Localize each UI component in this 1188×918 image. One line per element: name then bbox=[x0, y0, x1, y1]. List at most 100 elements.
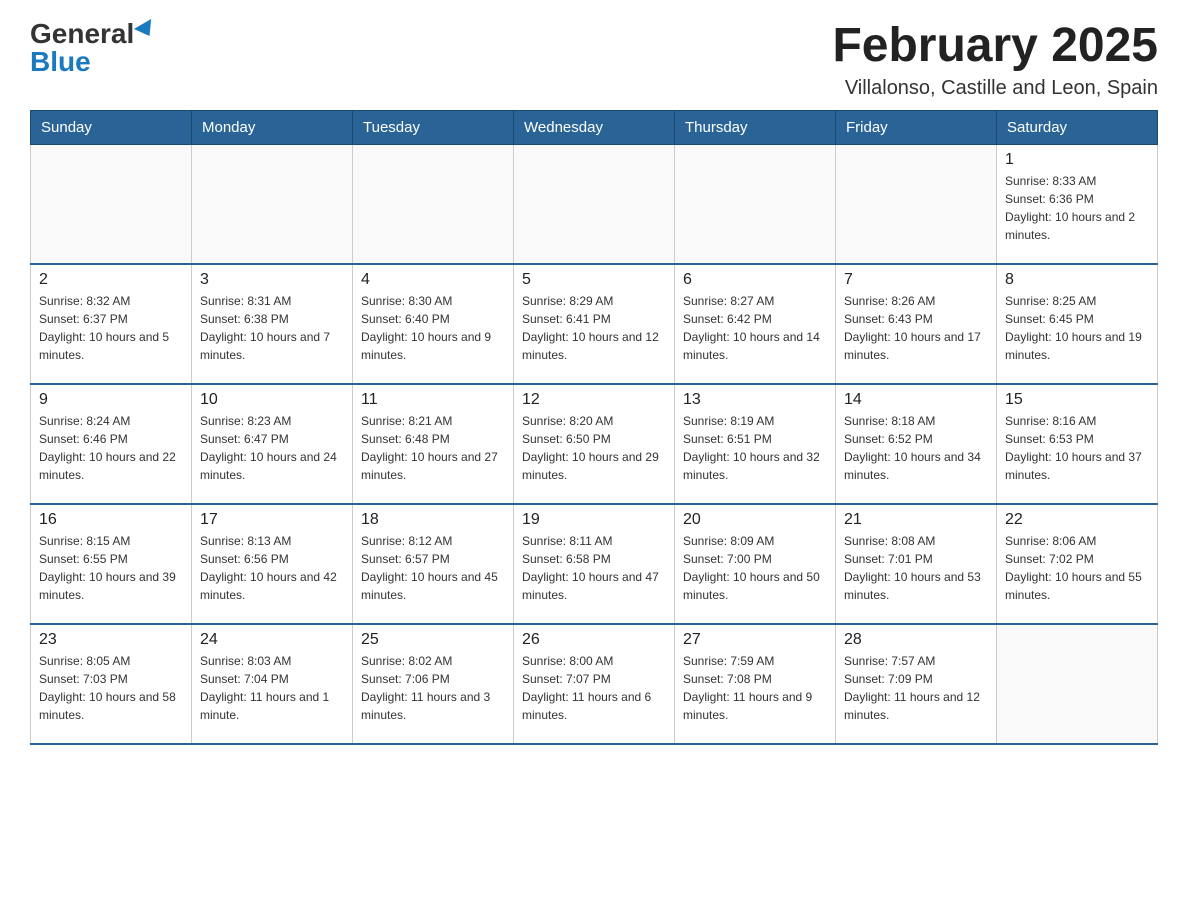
day-info: Sunrise: 8:18 AM Sunset: 6:52 PM Dayligh… bbox=[844, 412, 988, 484]
day-info: Sunrise: 8:21 AM Sunset: 6:48 PM Dayligh… bbox=[361, 412, 505, 484]
calendar-cell: 20 Sunrise: 8:09 AM Sunset: 7:00 PM Dayli… bbox=[675, 504, 836, 624]
calendar-cell: 14 Sunrise: 8:18 AM Sunset: 6:52 PM Dayli… bbox=[836, 384, 997, 504]
day-info: Sunrise: 8:09 AM Sunset: 7:00 PM Dayligh… bbox=[683, 532, 827, 604]
logo-arrow-icon bbox=[134, 19, 158, 41]
title-block: February 2025 Villalonso, Castille and L… bbox=[832, 20, 1158, 100]
calendar-cell: 15 Sunrise: 8:16 AM Sunset: 6:53 PM Dayli… bbox=[997, 384, 1158, 504]
day-number: 4 bbox=[361, 271, 505, 289]
calendar-cell: 27 Sunrise: 7:59 AM Sunset: 7:08 PM Dayli… bbox=[675, 624, 836, 744]
calendar-week-2: 2Sunrise: 8:32 AM Sunset: 6:37 PM Daylig… bbox=[31, 264, 1158, 384]
logo: General Blue bbox=[30, 20, 156, 76]
day-info: Sunrise: 8:31 AM Sunset: 6:38 PM Dayligh… bbox=[200, 292, 344, 364]
day-number: 15 bbox=[1005, 391, 1149, 409]
day-info: Sunrise: 8:27 AM Sunset: 6:42 PM Dayligh… bbox=[683, 292, 827, 364]
calendar-cell bbox=[997, 624, 1158, 744]
calendar-cell: 17 Sunrise: 8:13 AM Sunset: 6:56 PM Dayli… bbox=[192, 504, 353, 624]
logo-general-text: General bbox=[30, 20, 134, 48]
day-number: 13 bbox=[683, 391, 827, 409]
calendar-title: February 2025 bbox=[832, 20, 1158, 73]
day-number: 20 bbox=[683, 511, 827, 529]
day-number: 21 bbox=[844, 511, 988, 529]
calendar-cell bbox=[31, 144, 192, 264]
day-info: Sunrise: 8:19 AM Sunset: 6:51 PM Dayligh… bbox=[683, 412, 827, 484]
calendar-cell: 28 Sunrise: 7:57 AM Sunset: 7:09 PM Dayli… bbox=[836, 624, 997, 744]
calendar-cell: 5Sunrise: 8:29 AM Sunset: 6:41 PM Daylig… bbox=[514, 264, 675, 384]
calendar-header: SundayMondayTuesdayWednesdayThursdayFrid… bbox=[31, 110, 1158, 144]
logo-blue-text: Blue bbox=[30, 48, 91, 76]
day-number: 27 bbox=[683, 631, 827, 649]
day-number: 24 bbox=[200, 631, 344, 649]
calendar-cell: 21 Sunrise: 8:08 AM Sunset: 7:01 PM Dayli… bbox=[836, 504, 997, 624]
calendar-cell: 23 Sunrise: 8:05 AM Sunset: 7:03 PM Dayli… bbox=[31, 624, 192, 744]
day-number: 2 bbox=[39, 271, 183, 289]
day-info: Sunrise: 8:02 AM Sunset: 7:06 PM Dayligh… bbox=[361, 652, 505, 724]
calendar-cell bbox=[514, 144, 675, 264]
day-info: Sunrise: 8:16 AM Sunset: 6:53 PM Dayligh… bbox=[1005, 412, 1149, 484]
calendar-cell bbox=[353, 144, 514, 264]
day-number: 17 bbox=[200, 511, 344, 529]
calendar-cell: 26 Sunrise: 8:00 AM Sunset: 7:07 PM Dayli… bbox=[514, 624, 675, 744]
weekday-header-friday: Friday bbox=[836, 110, 997, 144]
day-number: 10 bbox=[200, 391, 344, 409]
day-info: Sunrise: 8:20 AM Sunset: 6:50 PM Dayligh… bbox=[522, 412, 666, 484]
weekday-header-monday: Monday bbox=[192, 110, 353, 144]
day-info: Sunrise: 8:33 AM Sunset: 6:36 PM Dayligh… bbox=[1005, 172, 1149, 244]
day-number: 6 bbox=[683, 271, 827, 289]
calendar-cell bbox=[836, 144, 997, 264]
calendar-cell: 25 Sunrise: 8:02 AM Sunset: 7:06 PM Dayli… bbox=[353, 624, 514, 744]
weekday-header-thursday: Thursday bbox=[675, 110, 836, 144]
day-info: Sunrise: 8:13 AM Sunset: 6:56 PM Dayligh… bbox=[200, 532, 344, 604]
day-number: 5 bbox=[522, 271, 666, 289]
calendar-cell: 8Sunrise: 8:25 AM Sunset: 6:45 PM Daylig… bbox=[997, 264, 1158, 384]
day-number: 25 bbox=[361, 631, 505, 649]
calendar-cell: 2Sunrise: 8:32 AM Sunset: 6:37 PM Daylig… bbox=[31, 264, 192, 384]
calendar-cell: 13 Sunrise: 8:19 AM Sunset: 6:51 PM Dayli… bbox=[675, 384, 836, 504]
day-info: Sunrise: 8:23 AM Sunset: 6:47 PM Dayligh… bbox=[200, 412, 344, 484]
day-number: 16 bbox=[39, 511, 183, 529]
day-info: Sunrise: 8:11 AM Sunset: 6:58 PM Dayligh… bbox=[522, 532, 666, 604]
weekday-header-row: SundayMondayTuesdayWednesdayThursdayFrid… bbox=[31, 110, 1158, 144]
weekday-header-wednesday: Wednesday bbox=[514, 110, 675, 144]
calendar-cell: 4 Sunrise: 8:30 AM Sunset: 6:40 PM Daylig… bbox=[353, 264, 514, 384]
calendar-week-5: 23 Sunrise: 8:05 AM Sunset: 7:03 PM Dayli… bbox=[31, 624, 1158, 744]
day-info: Sunrise: 8:08 AM Sunset: 7:01 PM Dayligh… bbox=[844, 532, 988, 604]
day-number: 14 bbox=[844, 391, 988, 409]
calendar-cell: 12 Sunrise: 8:20 AM Sunset: 6:50 PM Dayli… bbox=[514, 384, 675, 504]
day-info: Sunrise: 7:59 AM Sunset: 7:08 PM Dayligh… bbox=[683, 652, 827, 724]
day-info: Sunrise: 8:30 AM Sunset: 6:40 PM Dayligh… bbox=[361, 292, 505, 364]
calendar-cell: 1Sunrise: 8:33 AM Sunset: 6:36 PM Daylig… bbox=[997, 144, 1158, 264]
weekday-header-saturday: Saturday bbox=[997, 110, 1158, 144]
calendar-week-4: 16Sunrise: 8:15 AM Sunset: 6:55 PM Dayli… bbox=[31, 504, 1158, 624]
calendar-body: 1Sunrise: 8:33 AM Sunset: 6:36 PM Daylig… bbox=[31, 144, 1158, 744]
calendar-table: SundayMondayTuesdayWednesdayThursdayFrid… bbox=[30, 110, 1158, 746]
day-number: 8 bbox=[1005, 271, 1149, 289]
day-number: 26 bbox=[522, 631, 666, 649]
page-header: General Blue February 2025 Villalonso, C… bbox=[30, 20, 1158, 100]
calendar-cell: 3 Sunrise: 8:31 AM Sunset: 6:38 PM Daylig… bbox=[192, 264, 353, 384]
day-info: Sunrise: 8:06 AM Sunset: 7:02 PM Dayligh… bbox=[1005, 532, 1149, 604]
calendar-subtitle: Villalonso, Castille and Leon, Spain bbox=[832, 77, 1158, 100]
calendar-cell: 18 Sunrise: 8:12 AM Sunset: 6:57 PM Dayli… bbox=[353, 504, 514, 624]
day-info: Sunrise: 8:12 AM Sunset: 6:57 PM Dayligh… bbox=[361, 532, 505, 604]
day-info: Sunrise: 8:00 AM Sunset: 7:07 PM Dayligh… bbox=[522, 652, 666, 724]
day-number: 28 bbox=[844, 631, 988, 649]
weekday-header-tuesday: Tuesday bbox=[353, 110, 514, 144]
day-number: 12 bbox=[522, 391, 666, 409]
calendar-cell: 16Sunrise: 8:15 AM Sunset: 6:55 PM Dayli… bbox=[31, 504, 192, 624]
day-number: 3 bbox=[200, 271, 344, 289]
day-number: 11 bbox=[361, 391, 505, 409]
calendar-cell: 24 Sunrise: 8:03 AM Sunset: 7:04 PM Dayli… bbox=[192, 624, 353, 744]
calendar-cell: 19Sunrise: 8:11 AM Sunset: 6:58 PM Dayli… bbox=[514, 504, 675, 624]
calendar-cell: 22Sunrise: 8:06 AM Sunset: 7:02 PM Dayli… bbox=[997, 504, 1158, 624]
day-info: Sunrise: 8:03 AM Sunset: 7:04 PM Dayligh… bbox=[200, 652, 344, 724]
calendar-cell: 9Sunrise: 8:24 AM Sunset: 6:46 PM Daylig… bbox=[31, 384, 192, 504]
day-number: 18 bbox=[361, 511, 505, 529]
day-info: Sunrise: 8:05 AM Sunset: 7:03 PM Dayligh… bbox=[39, 652, 183, 724]
day-number: 23 bbox=[39, 631, 183, 649]
calendar-cell: 7 Sunrise: 8:26 AM Sunset: 6:43 PM Daylig… bbox=[836, 264, 997, 384]
calendar-cell bbox=[675, 144, 836, 264]
day-info: Sunrise: 8:26 AM Sunset: 6:43 PM Dayligh… bbox=[844, 292, 988, 364]
day-info: Sunrise: 7:57 AM Sunset: 7:09 PM Dayligh… bbox=[844, 652, 988, 724]
calendar-cell: 6 Sunrise: 8:27 AM Sunset: 6:42 PM Daylig… bbox=[675, 264, 836, 384]
day-number: 7 bbox=[844, 271, 988, 289]
